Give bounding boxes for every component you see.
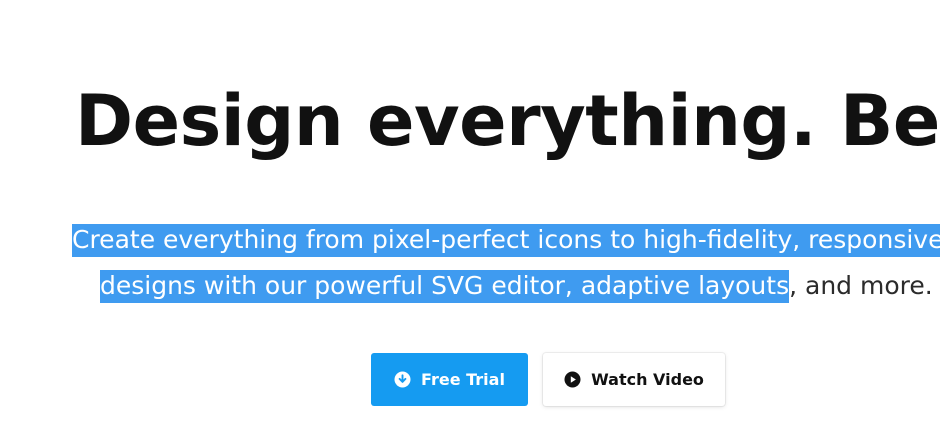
hero-subtitle-line-2: designs with our powerful SVG editor, ad…	[100, 268, 933, 304]
hero-subtitle-line-1: Create everything from pixel-perfect ico…	[72, 222, 940, 258]
selected-text: designs with our powerful SVG editor, ad…	[100, 270, 790, 303]
hero-headline: Design everything. Better.	[75, 80, 940, 162]
play-circle-icon	[564, 371, 581, 388]
landing-hero: Design everything. Better. Create everyt…	[0, 0, 940, 443]
free-trial-label: Free Trial	[421, 370, 505, 389]
download-circle-icon	[394, 371, 411, 388]
selected-text: Create everything from pixel-perfect ico…	[72, 224, 940, 257]
free-trial-button[interactable]: Free Trial	[371, 353, 528, 406]
watch-video-label: Watch Video	[591, 370, 704, 389]
unselected-text: , and more.	[789, 271, 933, 300]
watch-video-button[interactable]: Watch Video	[543, 353, 725, 406]
